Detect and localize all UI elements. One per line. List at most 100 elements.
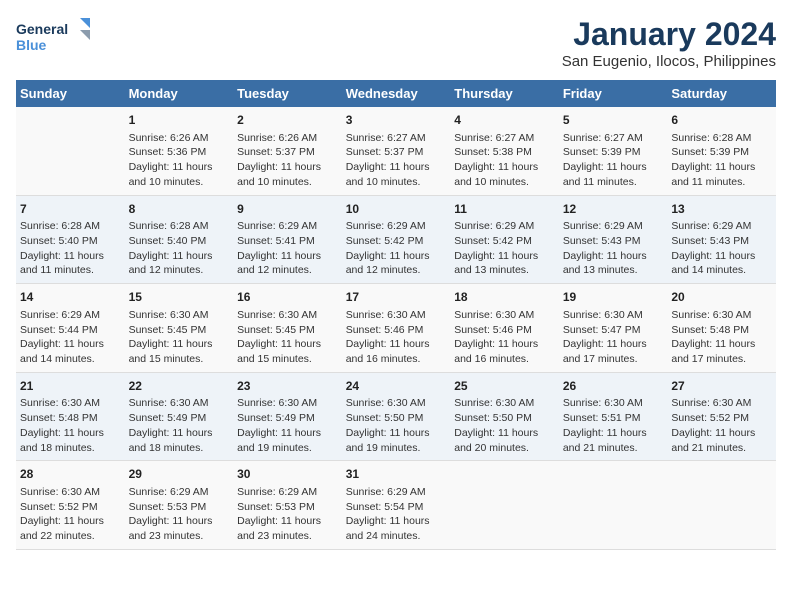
logo: General Blue [16,16,96,56]
sunrise-info: Sunrise: 6:30 AMSunset: 5:51 PMDaylight:… [563,397,647,453]
sunrise-info: Sunrise: 6:30 AMSunset: 5:46 PMDaylight:… [454,309,538,365]
day-number: 18 [454,289,555,306]
sunrise-info: Sunrise: 6:29 AMSunset: 5:43 PMDaylight:… [671,220,755,276]
sunrise-info: Sunrise: 6:26 AMSunset: 5:37 PMDaylight:… [237,132,321,188]
sunrise-info: Sunrise: 6:30 AMSunset: 5:49 PMDaylight:… [129,397,213,453]
weekday-header: Wednesday [342,80,451,107]
weekday-header: Tuesday [233,80,342,107]
sunrise-info: Sunrise: 6:27 AMSunset: 5:39 PMDaylight:… [563,132,647,188]
calendar-cell: 20 Sunrise: 6:30 AMSunset: 5:48 PMDayligh… [667,284,776,373]
day-number: 25 [454,378,555,395]
calendar-cell: 27Sunrise: 6:30 AMSunset: 5:52 PMDayligh… [667,372,776,461]
day-number: 28 [20,466,121,483]
calendar-cell [667,461,776,550]
sunrise-info: Sunrise: 6:28 AMSunset: 5:40 PMDaylight:… [20,220,104,276]
sunrise-info: Sunrise: 6:29 AMSunset: 5:43 PMDaylight:… [563,220,647,276]
day-number: 19 [563,289,664,306]
day-number: 6 [671,112,772,129]
calendar-cell: 31Sunrise: 6:29 AMSunset: 5:54 PMDayligh… [342,461,451,550]
sunrise-info: Sunrise: 6:30 AMSunset: 5:50 PMDaylight:… [346,397,430,453]
calendar-cell: 3 Sunrise: 6:27 AMSunset: 5:37 PMDaylight… [342,107,451,195]
day-number: 22 [129,378,230,395]
calendar-cell: 22 Sunrise: 6:30 AMSunset: 5:49 PMDayligh… [125,372,234,461]
sunrise-info: Sunrise: 6:29 AMSunset: 5:41 PMDaylight:… [237,220,321,276]
calendar-cell: 6Sunrise: 6:28 AMSunset: 5:39 PMDaylight… [667,107,776,195]
day-number: 5 [563,112,664,129]
day-number: 2 [237,112,338,129]
weekday-header: Saturday [667,80,776,107]
day-number: 16 [237,289,338,306]
sunrise-info: Sunrise: 6:29 AMSunset: 5:53 PMDaylight:… [237,486,321,542]
calendar-cell: 9 Sunrise: 6:29 AMSunset: 5:41 PMDaylight… [233,195,342,284]
calendar-subtitle: San Eugenio, Ilocos, Philippines [562,53,776,70]
calendar-cell: 19Sunrise: 6:30 AMSunset: 5:47 PMDayligh… [559,284,668,373]
calendar-cell [450,461,559,550]
sunrise-info: Sunrise: 6:26 AMSunset: 5:36 PMDaylight:… [129,132,213,188]
calendar-cell: 1 Sunrise: 6:26 AMSunset: 5:36 PMDaylight… [125,107,234,195]
day-number: 17 [346,289,447,306]
svg-text:General: General [16,21,68,37]
calendar-cell: 30 Sunrise: 6:29 AMSunset: 5:53 PMDayligh… [233,461,342,550]
sunrise-info: Sunrise: 6:30 AMSunset: 5:48 PMDaylight:… [671,309,755,365]
sunrise-info: Sunrise: 6:30 AMSunset: 5:46 PMDaylight:… [346,309,430,365]
calendar-cell: 23 Sunrise: 6:30 AMSunset: 5:49 PMDayligh… [233,372,342,461]
calendar-cell: 7 Sunrise: 6:28 AMSunset: 5:40 PMDaylight… [16,195,125,284]
day-number: 23 [237,378,338,395]
sunrise-info: Sunrise: 6:28 AMSunset: 5:40 PMDaylight:… [129,220,213,276]
calendar-cell: 8 Sunrise: 6:28 AMSunset: 5:40 PMDaylight… [125,195,234,284]
calendar-cell: 12 Sunrise: 6:29 AMSunset: 5:43 PMDayligh… [559,195,668,284]
day-number: 4 [454,112,555,129]
calendar-cell: 14 Sunrise: 6:29 AMSunset: 5:44 PMDayligh… [16,284,125,373]
day-number: 8 [129,201,230,218]
calendar-cell: 15Sunrise: 6:30 AMSunset: 5:45 PMDayligh… [125,284,234,373]
day-number: 30 [237,466,338,483]
day-number: 21 [20,378,121,395]
day-number: 10 [346,201,447,218]
calendar-week-row: 7 Sunrise: 6:28 AMSunset: 5:40 PMDaylight… [16,195,776,284]
day-number: 26 [563,378,664,395]
calendar-week-row: 1 Sunrise: 6:26 AMSunset: 5:36 PMDaylight… [16,107,776,195]
day-number: 29 [129,466,230,483]
day-number: 20 [671,289,772,306]
calendar-cell: 29 Sunrise: 6:29 AMSunset: 5:53 PMDayligh… [125,461,234,550]
calendar-cell [16,107,125,195]
sunrise-info: Sunrise: 6:29 AMSunset: 5:44 PMDaylight:… [20,309,104,365]
sunrise-info: Sunrise: 6:30 AMSunset: 5:52 PMDaylight:… [20,486,104,542]
sunrise-info: Sunrise: 6:30 AMSunset: 5:45 PMDaylight:… [237,309,321,365]
calendar-cell: 11Sunrise: 6:29 AMSunset: 5:42 PMDayligh… [450,195,559,284]
day-number: 13 [671,201,772,218]
calendar-cell: 10Sunrise: 6:29 AMSunset: 5:42 PMDayligh… [342,195,451,284]
calendar-cell: 18 Sunrise: 6:30 AMSunset: 5:46 PMDayligh… [450,284,559,373]
calendar-week-row: 28 Sunrise: 6:30 AMSunset: 5:52 PMDayligh… [16,461,776,550]
sunrise-info: Sunrise: 6:29 AMSunset: 5:54 PMDaylight:… [346,486,430,542]
sunrise-info: Sunrise: 6:30 AMSunset: 5:49 PMDaylight:… [237,397,321,453]
day-number: 27 [671,378,772,395]
sunrise-info: Sunrise: 6:30 AMSunset: 5:50 PMDaylight:… [454,397,538,453]
sunrise-info: Sunrise: 6:27 AMSunset: 5:38 PMDaylight:… [454,132,538,188]
day-number: 1 [129,112,230,129]
sunrise-info: Sunrise: 6:30 AMSunset: 5:48 PMDaylight:… [20,397,104,453]
calendar-week-row: 21 Sunrise: 6:30 AMSunset: 5:48 PMDayligh… [16,372,776,461]
day-number: 14 [20,289,121,306]
calendar-cell: 16 Sunrise: 6:30 AMSunset: 5:45 PMDayligh… [233,284,342,373]
calendar-cell: 28 Sunrise: 6:30 AMSunset: 5:52 PMDayligh… [16,461,125,550]
calendar-cell: 17 Sunrise: 6:30 AMSunset: 5:46 PMDayligh… [342,284,451,373]
sunrise-info: Sunrise: 6:29 AMSunset: 5:53 PMDaylight:… [129,486,213,542]
title-block: January 2024 San Eugenio, Ilocos, Philip… [562,16,776,70]
calendar-cell [559,461,668,550]
page-header: General Blue January 2024 San Eugenio, I… [16,16,776,70]
weekday-header: Thursday [450,80,559,107]
day-number: 12 [563,201,664,218]
day-number: 24 [346,378,447,395]
calendar-table: SundayMondayTuesdayWednesdayThursdayFrid… [16,80,776,550]
day-number: 7 [20,201,121,218]
weekday-header: Friday [559,80,668,107]
day-number: 15 [129,289,230,306]
weekday-header-row: SundayMondayTuesdayWednesdayThursdayFrid… [16,80,776,107]
sunrise-info: Sunrise: 6:27 AMSunset: 5:37 PMDaylight:… [346,132,430,188]
calendar-cell: 2 Sunrise: 6:26 AMSunset: 5:37 PMDaylight… [233,107,342,195]
day-number: 3 [346,112,447,129]
day-number: 9 [237,201,338,218]
weekday-header: Monday [125,80,234,107]
calendar-cell: 26 Sunrise: 6:30 AMSunset: 5:51 PMDayligh… [559,372,668,461]
